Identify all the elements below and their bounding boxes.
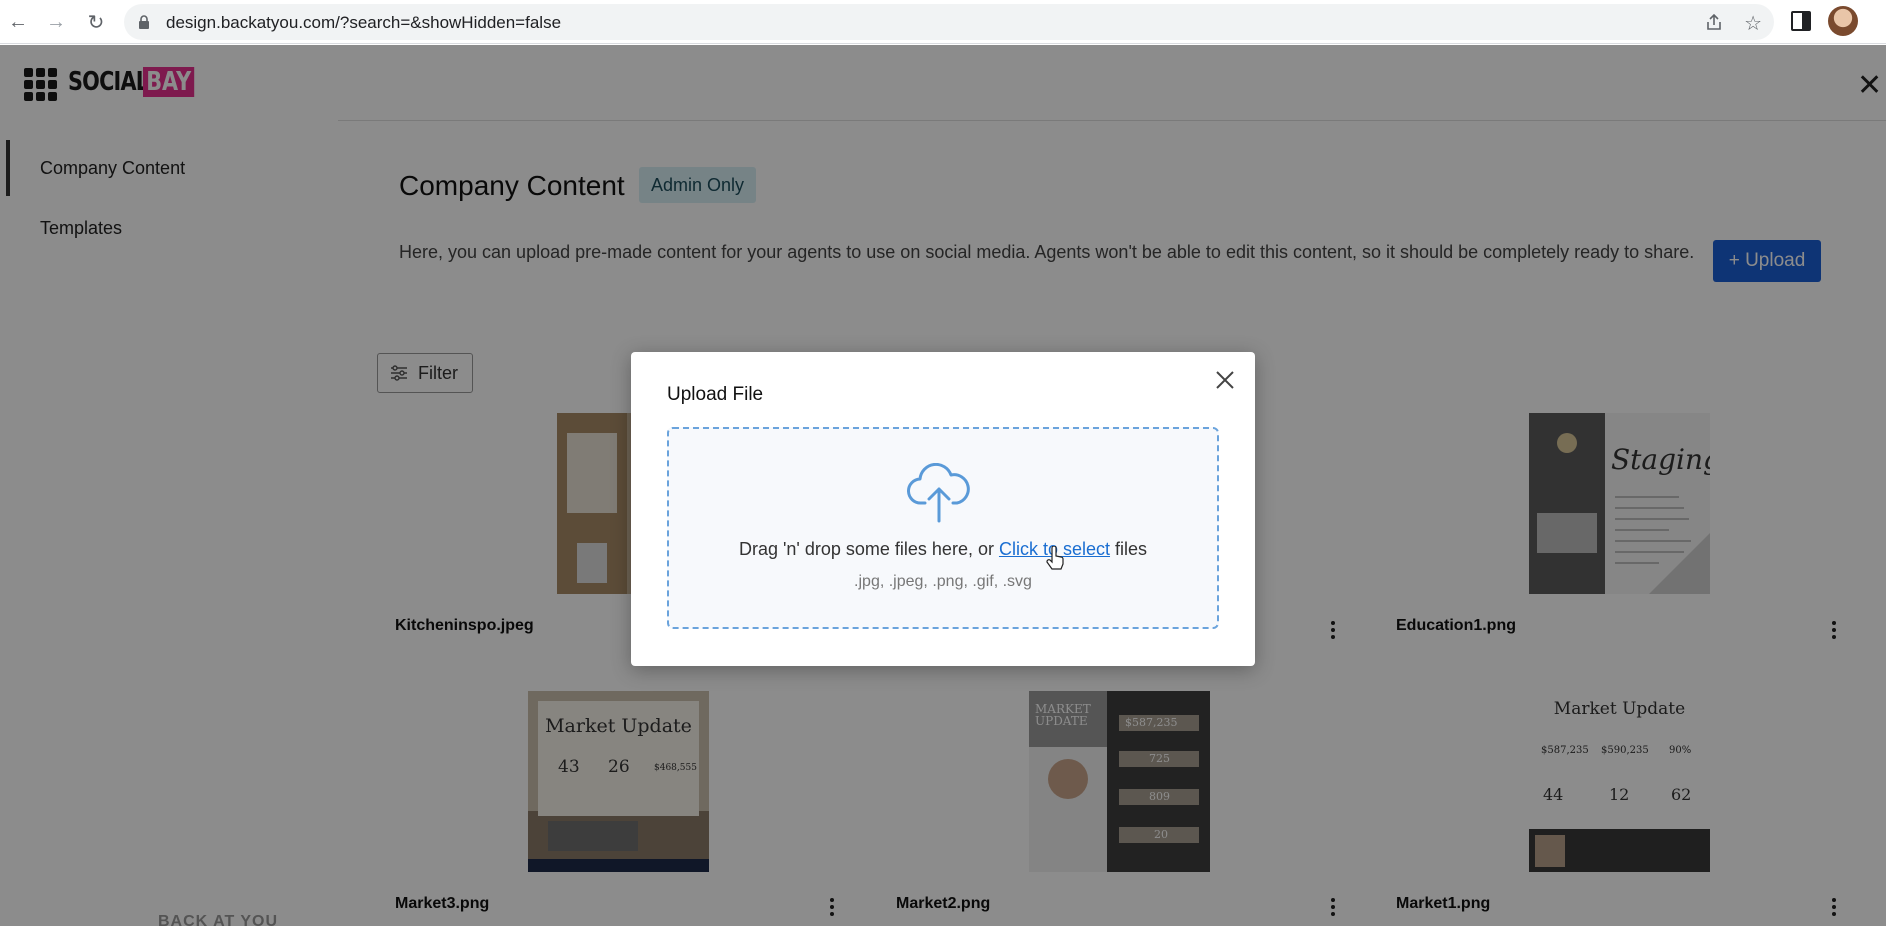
back-icon[interactable]: ←	[4, 8, 32, 36]
cloud-upload-icon	[907, 463, 970, 523]
file-dropzone[interactable]: Drag 'n' drop some files here, or Click …	[667, 427, 1219, 629]
address-bar[interactable]: design.backatyou.com/?search=&showHidden…	[124, 4, 1774, 40]
side-panel-icon[interactable]	[1791, 11, 1811, 31]
hand-pointer-icon	[1046, 546, 1064, 570]
drop-suffix-text: files	[1110, 539, 1148, 559]
accepted-file-types: .jpg, .jpeg, .png, .gif, .svg	[854, 573, 1032, 590]
url-text[interactable]: design.backatyou.com/?search=&showHidden…	[166, 13, 561, 33]
share-icon[interactable]	[1704, 12, 1724, 32]
bookmark-star-icon[interactable]: ☆	[1744, 11, 1762, 36]
lock-icon	[139, 15, 149, 29]
reload-icon[interactable]: ↻	[82, 8, 110, 36]
browser-toolbar: ← → ↻ design.backatyou.com/?search=&show…	[0, 0, 1886, 44]
dropzone-instructions: Drag 'n' drop some files here, or Click …	[669, 539, 1217, 560]
close-icon[interactable]	[1213, 368, 1237, 392]
forward-icon[interactable]: →	[42, 8, 70, 36]
profile-avatar[interactable]	[1828, 6, 1858, 36]
upload-file-dialog: Upload File Drag 'n' drop some files her…	[631, 352, 1255, 666]
dialog-title: Upload File	[667, 384, 764, 405]
drop-prefix-text: Drag 'n' drop some files here, or	[738, 539, 999, 559]
